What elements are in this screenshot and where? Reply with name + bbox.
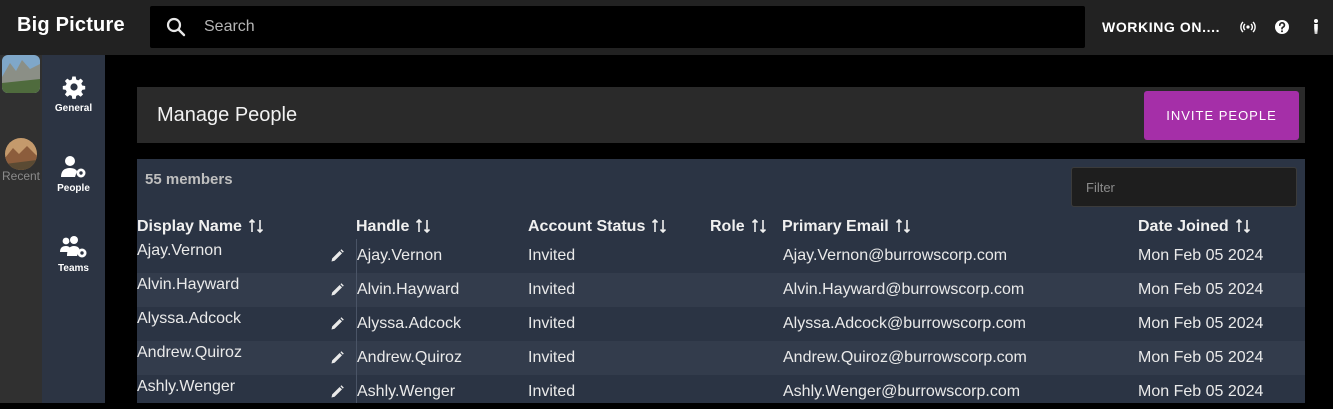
sort-icon[interactable]: [415, 218, 431, 234]
nav-item-people[interactable]: People: [42, 155, 105, 194]
table-row[interactable]: Alyssa.Adcock Alyssa.Adcock Invited Alys…: [137, 307, 1305, 341]
status-cell: Invited: [528, 281, 576, 298]
top-bar: Big Picture WORKING ON....: [0, 0, 1333, 55]
column-label: Role: [710, 218, 745, 235]
display-name-cell: Ashly.Wenger: [137, 378, 236, 395]
page-title: Manage People: [157, 104, 298, 126]
invite-people-button[interactable]: INVITE PEOPLE: [1144, 91, 1299, 140]
status-cell: Invited: [528, 383, 576, 400]
handle-cell: Ashly.Wenger: [357, 383, 456, 400]
sort-icon[interactable]: [895, 218, 911, 234]
accessibility-icon[interactable]: [1306, 17, 1326, 37]
column-header-role[interactable]: Role: [710, 218, 767, 236]
pencil-icon[interactable]: [330, 385, 344, 399]
column-label: Handle: [356, 218, 410, 235]
email-cell: Alyssa.Adcock@burrowscorp.com: [783, 315, 1026, 332]
sort-icon[interactable]: [751, 218, 767, 234]
filter-field[interactable]: [1071, 167, 1297, 207]
nav-label-teams: Teams: [58, 263, 89, 274]
nav-item-teams[interactable]: Teams: [42, 235, 105, 274]
search-input[interactable]: [204, 6, 1064, 48]
date-joined-cell: Mon Feb 05 2024: [1138, 315, 1264, 332]
date-joined-cell: Mon Feb 05 2024: [1138, 349, 1264, 366]
column-label: Primary Email: [782, 218, 889, 235]
status-cell: Invited: [528, 349, 576, 366]
column-label: Date Joined: [1138, 218, 1229, 235]
table-row[interactable]: Alvin.Hayward Alvin.Hayward Invited Alvi…: [137, 273, 1305, 307]
column-header-date-joined[interactable]: Date Joined: [1138, 218, 1251, 236]
search-bar[interactable]: [150, 6, 1085, 48]
landscape-image: [5, 138, 37, 170]
column-header-account-status[interactable]: Account Status: [528, 218, 667, 236]
date-joined-cell: Mon Feb 05 2024: [1138, 383, 1264, 400]
email-cell: Alvin.Hayward@burrowscorp.com: [783, 281, 1025, 298]
column-header-display-name[interactable]: Display Name: [137, 218, 264, 236]
handle-cell: Alyssa.Adcock: [357, 315, 462, 332]
display-name-cell: Alyssa.Adcock: [137, 310, 242, 327]
nav-label-general: General: [54, 103, 93, 114]
pencil-icon[interactable]: [330, 317, 344, 331]
member-count: 55 members: [145, 171, 233, 188]
sort-icon[interactable]: [248, 218, 264, 234]
column-label: Display Name: [137, 218, 242, 235]
pencil-icon[interactable]: [330, 283, 344, 297]
column-header-primary-email[interactable]: Primary Email: [782, 218, 911, 236]
nav-label-people: People: [57, 183, 90, 194]
sort-icon[interactable]: [1235, 218, 1251, 234]
column-header-handle[interactable]: Handle: [356, 218, 431, 236]
handle-cell: Andrew.Quiroz: [357, 349, 462, 366]
handle-cell: Ajay.Vernon: [357, 247, 443, 264]
email-cell: Ashly.Wenger@burrowscorp.com: [783, 383, 1021, 400]
status-cell: Invited: [528, 315, 576, 332]
column-label: Account Status: [528, 218, 646, 235]
display-name-cell: Andrew.Quiroz: [137, 344, 242, 361]
working-on-menu[interactable]: WORKING ON....: [1102, 19, 1220, 35]
teams-settings-icon: [59, 236, 86, 258]
handle-cell: Alvin.Hayward: [357, 281, 460, 298]
table-row[interactable]: Andrew.Quiroz Andrew.Quiroz Invited Andr…: [137, 341, 1305, 375]
page-header: Manage People INVITE PEOPLE: [137, 87, 1305, 143]
nav-item-general[interactable]: General: [42, 75, 105, 114]
email-cell: Ajay.Vernon@burrowscorp.com: [783, 247, 1008, 264]
date-joined-cell: Mon Feb 05 2024: [1138, 281, 1264, 298]
column-divider[interactable]: [356, 239, 357, 403]
gear-icon: [62, 76, 85, 99]
filter-input[interactable]: [1072, 168, 1296, 206]
broadcast-icon[interactable]: [1238, 17, 1258, 37]
recent-rail: Recent: [0, 55, 42, 403]
status-cell: Invited: [528, 247, 576, 264]
app-title[interactable]: Big Picture: [17, 14, 125, 37]
settings-nav: General People Teams: [42, 55, 105, 403]
date-joined-cell: Mon Feb 05 2024: [1138, 247, 1264, 264]
project-thumbnail[interactable]: [2, 55, 40, 93]
pencil-icon[interactable]: [330, 249, 344, 263]
recent-label: Recent: [1, 169, 41, 183]
search-icon[interactable]: [166, 17, 186, 37]
landscape-image: [2, 55, 40, 93]
display-name-cell: Ajay.Vernon: [137, 242, 223, 259]
recent-thumbnail[interactable]: [5, 138, 37, 170]
pencil-icon[interactable]: [330, 351, 344, 365]
table-row[interactable]: Ashly.Wenger Ashly.Wenger Invited Ashly.…: [137, 375, 1305, 409]
email-cell: Andrew.Quiroz@burrowscorp.com: [783, 349, 1027, 366]
table-row[interactable]: Ajay.Vernon Ajay.Vernon Invited Ajay.Ver…: [137, 239, 1305, 273]
members-table: 55 members Display Name Handle Account S…: [137, 159, 1305, 403]
display-name-cell: Alvin.Hayward: [137, 276, 240, 293]
sort-icon[interactable]: [651, 218, 667, 234]
people-settings-icon: [60, 156, 85, 178]
help-icon[interactable]: [1272, 17, 1292, 37]
